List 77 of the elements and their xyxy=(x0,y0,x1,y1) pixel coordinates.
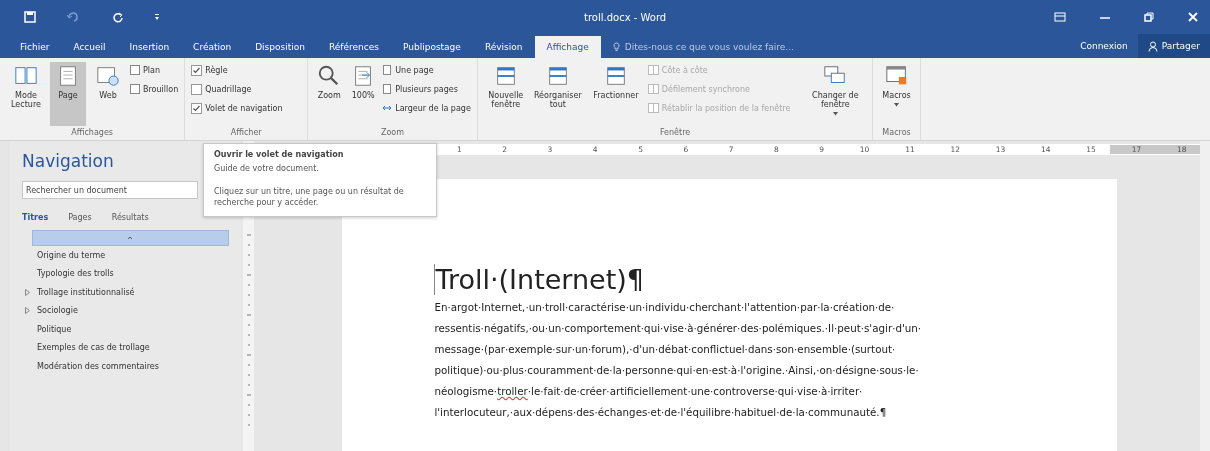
width-icon xyxy=(382,103,393,113)
show-checkbox[interactable]: Règle xyxy=(191,62,283,78)
ribbon-display-icon[interactable] xyxy=(1054,12,1066,22)
group-label: Affichages xyxy=(70,128,114,139)
tell-me-field[interactable]: Dites-nous ce que vous voulez faire... xyxy=(612,36,1081,58)
checkbox[interactable] xyxy=(191,102,203,114)
heading-item[interactable]: Exemples de cas de trollage xyxy=(22,338,229,357)
tooltip-title: Ouvrir le volet de navigation xyxy=(214,150,345,159)
zoom-option[interactable]: Largeur de la page xyxy=(382,100,471,116)
ribbon-tab[interactable]: Références xyxy=(316,36,391,58)
pane-title: Navigation xyxy=(22,151,114,171)
heading-item[interactable]: Sociologie xyxy=(22,301,229,320)
pane-tab[interactable]: Titres xyxy=(22,213,49,222)
person-icon xyxy=(1147,40,1158,52)
save-icon[interactable] xyxy=(24,11,36,23)
zoom-option[interactable]: Une page xyxy=(382,62,471,78)
dropdown-caret-icon xyxy=(894,103,900,107)
view-option[interactable]: Brouillon xyxy=(130,81,179,97)
redo-icon[interactable] xyxy=(112,11,124,23)
dropdown-caret-icon xyxy=(832,112,838,116)
expand-icon[interactable] xyxy=(25,288,30,296)
window-button[interactable]: Nouvelle fenêtre xyxy=(483,62,528,126)
heading-item[interactable]: Origine du terme xyxy=(22,246,229,265)
view-option[interactable]: Plan xyxy=(130,62,179,78)
ribbon-tab[interactable]: Insertion xyxy=(117,36,182,58)
ribbon-tab[interactable]: Révision xyxy=(472,36,535,58)
expand-icon[interactable] xyxy=(25,307,30,315)
zoom-button[interactable]: Zoom xyxy=(314,62,345,126)
switch-window-button[interactable]: Changer de fenêtre xyxy=(804,62,867,126)
ribbon-tab[interactable]: Accueil xyxy=(61,36,118,58)
web-page-icon xyxy=(96,64,120,88)
ribbon-tab[interactable]: Disposition xyxy=(243,36,317,58)
ribbon-tab[interactable]: Publipostage xyxy=(391,36,473,58)
customize-icon[interactable] xyxy=(154,13,160,21)
view-button[interactable]: Page xyxy=(50,62,86,126)
heading-item[interactable]: Modération des commentaires xyxy=(22,357,229,376)
ribbon-tab[interactable]: Création xyxy=(181,36,244,58)
scrollbar[interactable] xyxy=(1200,141,1210,451)
document-paragraph: En·argot·Internet,·un·troll·caractérise·un·individu·cherchant·l'attention·par·la·création·de· ressentis·négatifs,·ou·un·comportement·qui·vise·à·générer·des·polémiques.·Il·peut·s'agir·d'un· message·(par·exemple·sur·un·forum),·d'un·débat·conflictuel·dans·son·ensemble·(surtout· politique)·ou·plus·couramment·de·la·personne·qui·en·est·à·l'origine.·Ainsi,·on·désigne·sous·le· néologisme·troller·le·fait·de·créer·artificiellement·une·controverse·qui·vise·à·irriter· l'interlocuteur,·aux·dépens·des·échanges·et·de·l'équilibre·habituel·de·la·communauté.¶ xyxy=(434,300,923,420)
collapse-icon xyxy=(127,235,134,241)
macros-button[interactable]: Macros xyxy=(879,62,914,126)
window-button[interactable]: Fractionner xyxy=(587,62,644,126)
group-label: Macros xyxy=(881,128,912,139)
search-field[interactable]: Rechercher un document xyxy=(22,181,198,199)
show-checkbox[interactable]: Volet de navigation xyxy=(191,100,283,116)
group-label: Zoom xyxy=(379,128,406,139)
pane-tab[interactable]: Résultats xyxy=(111,213,149,222)
heading-item[interactable]: Typologie des trolls xyxy=(22,264,229,283)
window-title: troll.docx - Word xyxy=(584,11,668,23)
checkbox[interactable] xyxy=(191,83,203,95)
split-page-icon xyxy=(647,103,659,113)
zoom-option[interactable]: Plusieurs pages xyxy=(382,81,471,97)
show-checkbox[interactable]: Quadrillage xyxy=(191,81,283,97)
lightbulb-icon xyxy=(612,42,620,52)
split-page-icon xyxy=(647,65,659,75)
window-button[interactable]: Réorganiser tout xyxy=(531,62,584,126)
page-icon xyxy=(382,84,393,94)
restore-icon[interactable] xyxy=(1144,12,1154,22)
view-button[interactable]: Mode Lecture xyxy=(6,62,46,126)
view-button[interactable]: Web xyxy=(90,62,126,126)
zoom-button[interactable]: 100% xyxy=(348,62,379,126)
pane-tab[interactable]: Pages xyxy=(68,213,92,222)
heading-item[interactable]: Trollage institutionnalisé xyxy=(22,283,229,302)
split-page-icon xyxy=(647,84,659,94)
page-icon xyxy=(382,65,393,75)
group-label: Fenêtre xyxy=(658,128,692,139)
sign-in-link[interactable]: Connexion xyxy=(1080,41,1128,51)
ribbon-tab[interactable]: Fichier xyxy=(8,36,62,58)
checkbox[interactable] xyxy=(191,64,203,76)
heading-item[interactable]: Politique xyxy=(22,320,229,339)
ribbon-tab[interactable]: Affichage xyxy=(534,36,601,58)
document-title: Troll·(Internet)¶ xyxy=(434,264,1118,295)
share-button[interactable]: Partager xyxy=(1137,34,1210,58)
group-label: Afficher xyxy=(229,128,263,139)
tooltip-text: Guide de votre document. xyxy=(214,163,320,174)
close-icon[interactable] xyxy=(1188,12,1198,22)
tooltip-text: Cliquez sur un titre, une page ou un résultat de recherche pour y accéder. xyxy=(214,186,405,208)
